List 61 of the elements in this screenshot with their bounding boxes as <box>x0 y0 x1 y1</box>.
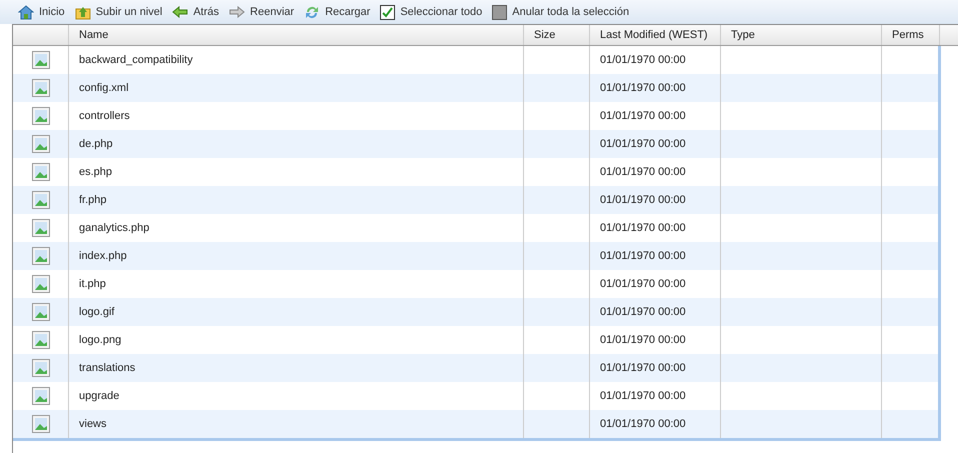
square-icon <box>492 4 508 20</box>
broken-image-icon <box>32 387 50 405</box>
broken-image-icon <box>32 79 50 97</box>
modified-date: 01/01/1970 00:00 <box>600 164 686 180</box>
column-header[interactable]: Name <box>79 26 108 44</box>
file-name[interactable]: logo.png <box>79 332 122 348</box>
modified-date: 01/01/1970 00:00 <box>600 220 686 236</box>
modified-date: 01/01/1970 00:00 <box>600 276 686 292</box>
toolbar-button[interactable]: Inicio <box>18 4 65 20</box>
broken-image-icon <box>32 359 50 377</box>
broken-image-icon <box>32 191 50 209</box>
arrow-right-icon <box>229 6 246 18</box>
modified-date: 01/01/1970 00:00 <box>600 108 686 124</box>
file-name[interactable]: es.php <box>79 164 112 180</box>
file-name[interactable]: backward_compatibility <box>79 52 193 68</box>
broken-image-icon <box>32 135 50 153</box>
file-name[interactable]: views <box>79 416 107 432</box>
modified-date: 01/01/1970 00:00 <box>600 388 686 404</box>
home-icon <box>18 4 34 20</box>
modified-date: 01/01/1970 00:00 <box>600 192 686 208</box>
modified-date: 01/01/1970 00:00 <box>600 80 686 96</box>
broken-image-icon <box>32 275 50 293</box>
toolbar-button[interactable]: Atrás <box>172 4 220 20</box>
broken-image-icon <box>32 107 50 125</box>
modified-date: 01/01/1970 00:00 <box>600 136 686 152</box>
modified-date: 01/01/1970 00:00 <box>600 332 686 348</box>
toolbar-button[interactable]: Recargar <box>304 4 370 20</box>
file-name[interactable]: translations <box>79 360 136 376</box>
broken-image-icon <box>32 219 50 237</box>
modified-date: 01/01/1970 00:00 <box>600 52 686 68</box>
arrow-left-icon <box>172 6 188 18</box>
toolbar-button[interactable]: Subir un nivel <box>74 4 162 20</box>
modified-date: 01/01/1970 00:00 <box>600 248 686 264</box>
folder-up-icon <box>74 4 91 20</box>
file-name[interactable]: it.php <box>79 276 106 292</box>
file-name[interactable]: controllers <box>79 108 130 124</box>
broken-image-icon <box>32 247 50 265</box>
broken-image-icon <box>32 303 50 321</box>
file-name[interactable]: ganalytics.php <box>79 220 150 236</box>
file-name[interactable]: index.php <box>79 248 127 264</box>
column-header[interactable]: Size <box>534 26 556 44</box>
file-name[interactable]: config.xml <box>79 80 129 96</box>
broken-image-icon <box>32 415 50 433</box>
toolbar-button[interactable]: Anular toda la selección <box>492 4 630 20</box>
broken-image-icon <box>32 163 50 181</box>
reload-icon <box>304 4 320 20</box>
modified-date: 01/01/1970 00:00 <box>600 360 686 376</box>
toolbar-button[interactable]: Reenviar <box>229 4 294 20</box>
file-name[interactable]: logo.gif <box>79 304 114 320</box>
broken-image-icon <box>32 331 50 349</box>
broken-image-icon <box>32 51 50 69</box>
modified-date: 01/01/1970 00:00 <box>600 416 686 432</box>
checkbox-checked-icon <box>380 4 396 20</box>
column-header[interactable]: Perms <box>892 26 924 44</box>
file-name[interactable]: fr.php <box>79 192 107 208</box>
column-header[interactable]: Last Modified (WEST) <box>600 26 708 44</box>
toolbar-button[interactable]: Seleccionar todo <box>380 4 482 20</box>
modified-date: 01/01/1970 00:00 <box>600 304 686 320</box>
file-name[interactable]: upgrade <box>79 388 120 404</box>
column-header[interactable]: Type <box>731 26 755 44</box>
file-name[interactable]: de.php <box>79 136 113 152</box>
